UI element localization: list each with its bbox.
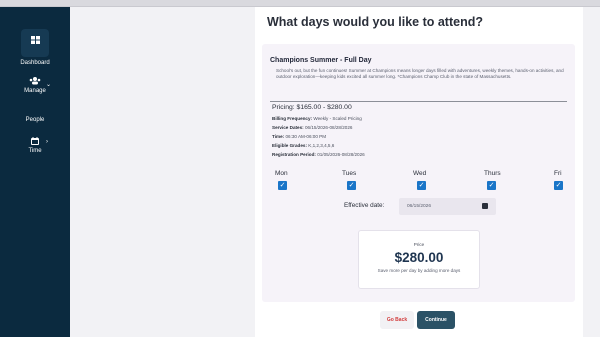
eligible-grades-label: Eligible Grades: bbox=[272, 143, 307, 148]
checkbox-tues[interactable]: ✓ bbox=[347, 181, 356, 190]
sidebar-item-label: Dashboard bbox=[20, 60, 50, 66]
sidebar: Dashboard ⌄ Manage People › Time bbox=[0, 7, 70, 337]
program-card: Champions Summer - Full Day School's out… bbox=[262, 44, 575, 302]
price-summary: Price $280.00 Save more per day by addin… bbox=[358, 230, 480, 289]
sidebar-item-label: Time bbox=[28, 148, 42, 154]
registration-period: Registration Period: 01/05/2026-08/28/20… bbox=[272, 152, 365, 157]
checkbox-wed[interactable]: ✓ bbox=[417, 181, 426, 190]
checkbox-fri[interactable]: ✓ bbox=[554, 181, 563, 190]
calendar-icon[interactable] bbox=[482, 203, 488, 209]
checkbox-mon[interactable]: ✓ bbox=[278, 181, 287, 190]
day-label-wed: Wed bbox=[413, 170, 427, 177]
continue-button[interactable]: Continue bbox=[417, 311, 455, 329]
pricing-range: Pricing: $165.00 - $280.00 bbox=[272, 104, 352, 111]
price-label: Price bbox=[413, 242, 425, 247]
chevron-right-icon: › bbox=[46, 139, 48, 145]
program-description: School's out, but the fun continues! Sum… bbox=[276, 68, 564, 79]
checkbox-thurs[interactable]: ✓ bbox=[487, 181, 496, 190]
divider bbox=[270, 101, 567, 102]
day-label-tues: Tues bbox=[342, 170, 357, 177]
go-back-button[interactable]: Go Back bbox=[380, 311, 414, 329]
sidebar-item-label: People bbox=[25, 117, 45, 123]
price-value: $280.00 bbox=[394, 250, 444, 265]
program-title: Champions Summer - Full Day bbox=[270, 57, 372, 64]
right-gutter bbox=[583, 7, 600, 337]
sidebar-item-manage[interactable]: ⌄ Manage bbox=[0, 77, 70, 94]
sidebar-item-dashboard[interactable]: Dashboard bbox=[0, 29, 70, 66]
dashboard-icon bbox=[30, 36, 40, 44]
time-range: Time: 06:30 AM-06:00 PM bbox=[272, 134, 326, 139]
sidebar-item-time[interactable]: › Time bbox=[0, 137, 70, 154]
billing-frequency: Billing Frequency: Weekly - Scaled Prici… bbox=[272, 116, 362, 121]
eligible-grades: Eligible Grades: K,1,2,3,4,5,6 bbox=[272, 143, 334, 148]
billing-frequency-value: Weekly - Scaled Pricing bbox=[313, 116, 362, 121]
sidebar-item-people[interactable]: People bbox=[0, 117, 70, 123]
effective-date-label: Effective date: bbox=[344, 202, 385, 209]
chevron-down-icon: ⌄ bbox=[46, 82, 52, 88]
eligible-grades-value: K,1,2,3,4,5,6 bbox=[308, 143, 335, 148]
main-content: What days would you like to attend? Cham… bbox=[255, 7, 583, 337]
billing-frequency-label: Billing Frequency: bbox=[272, 116, 313, 121]
service-dates: Service Dates: 06/15/2026-08/28/2026 bbox=[272, 125, 352, 130]
registration-period-label: Registration Period: bbox=[272, 152, 316, 157]
service-dates-label: Service Dates: bbox=[272, 125, 304, 130]
price-note: Save more per day by adding more days bbox=[377, 268, 461, 273]
day-label-thurs: Thurs bbox=[484, 170, 501, 177]
calendar-icon bbox=[31, 137, 39, 145]
service-dates-value: 06/15/2026-08/28/2026 bbox=[304, 125, 353, 130]
users-icon bbox=[29, 77, 41, 85]
registration-period-value: 01/05/2026-08/28/2026 bbox=[317, 152, 365, 157]
top-bar bbox=[0, 0, 600, 7]
dashboard-icon-tile bbox=[21, 29, 49, 57]
day-label-fri: Fri bbox=[554, 170, 562, 177]
effective-date-input[interactable]: 06/15/2026 bbox=[399, 198, 496, 215]
left-gutter bbox=[70, 7, 255, 337]
sidebar-item-label: Manage bbox=[24, 88, 46, 94]
effective-date-value: 06/15/2026 bbox=[407, 204, 432, 209]
time-label: Time: bbox=[272, 134, 285, 139]
time-value: 06:30 AM-06:00 PM bbox=[285, 134, 327, 139]
day-label-mon: Mon bbox=[275, 170, 288, 177]
page-title: What days would you like to attend? bbox=[267, 15, 483, 29]
